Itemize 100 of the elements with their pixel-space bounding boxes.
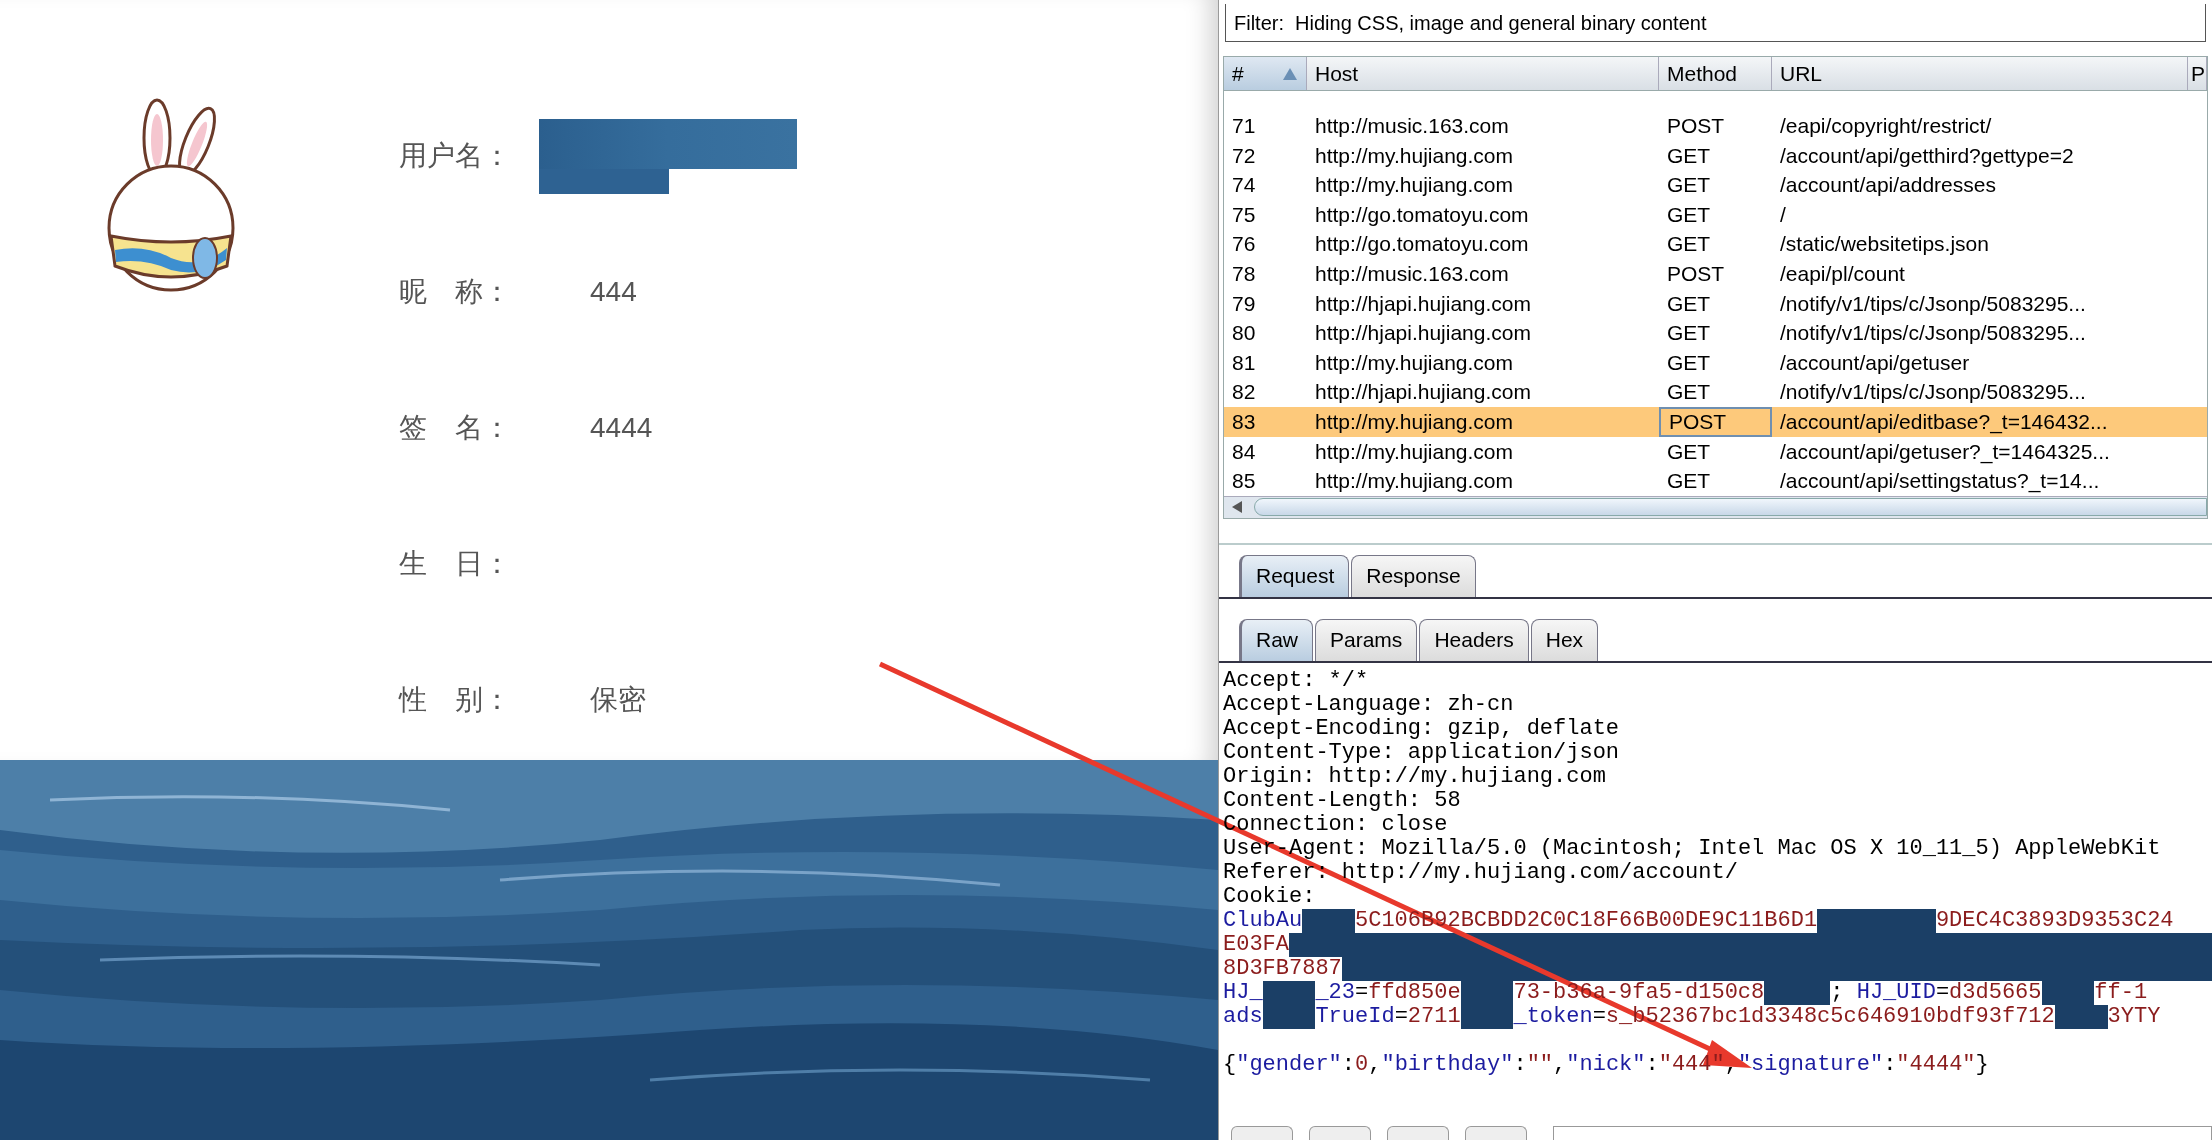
cookie-text: HJ_ bbox=[1223, 980, 1263, 1005]
table-cell-text: GET bbox=[1666, 201, 1712, 228]
table-cell-text: http://hjapi.hujiang.com bbox=[1314, 320, 1532, 347]
table-cell-text: GET bbox=[1666, 320, 1712, 347]
redaction-block bbox=[1262, 980, 1316, 1005]
header-line: Content-Length: 58 bbox=[1223, 788, 1461, 813]
search-field[interactable] bbox=[1553, 1126, 2212, 1140]
header-line: Connection: close bbox=[1223, 812, 1448, 837]
cookie-text: = bbox=[1394, 1004, 1408, 1029]
field-label: 签 名： bbox=[399, 411, 512, 445]
table-cell-text: http://hjapi.hujiang.com bbox=[1314, 290, 1532, 317]
table-cell-text: 80 bbox=[1231, 320, 1257, 347]
column-header[interactable]: Host bbox=[1307, 57, 1659, 90]
table-cell-text: http://go.tomatoyu.com bbox=[1314, 231, 1530, 258]
cookie-text: ff-1 bbox=[2094, 980, 2148, 1005]
tab[interactable]: Hex bbox=[1530, 618, 1599, 661]
toolbar-button[interactable] bbox=[1387, 1126, 1449, 1140]
table-cell-text: 79 bbox=[1231, 290, 1257, 317]
table-cell-text: GET bbox=[1666, 172, 1712, 199]
column-header[interactable]: URL bbox=[1772, 57, 2188, 90]
table-cell-text: http://hjapi.hujiang.com bbox=[1314, 379, 1532, 406]
field-value: 4444 bbox=[590, 411, 653, 445]
sort-ascending-icon bbox=[1282, 66, 1298, 81]
table-cell-text: /notify/v1/tips/c/Jsonp/5083295... bbox=[1779, 379, 2087, 406]
horizontal-scrollbar[interactable] bbox=[1224, 495, 2207, 518]
filter-bar[interactable]: Filter: Hiding CSS, image and general binary content bbox=[1225, 4, 2206, 42]
table-cell-text: /account/api/getthird?gettype=2 bbox=[1779, 142, 2075, 169]
table-cell-text: GET bbox=[1666, 290, 1712, 317]
table-cell-text: http://music.163.com bbox=[1314, 113, 1510, 140]
table-cell-text: GET bbox=[1666, 468, 1712, 495]
cookie-text: _token bbox=[1513, 1004, 1593, 1029]
table-cell-text: http://my.hujiang.com bbox=[1314, 468, 1515, 495]
toolbar-button[interactable] bbox=[1465, 1126, 1527, 1140]
table-cell-text: /account/api/settingstatus?_t=14... bbox=[1779, 468, 2101, 495]
table-cell-text: 72 bbox=[1231, 142, 1257, 169]
header-line: Referer: http://my.hujiang.com/account/ bbox=[1223, 860, 1738, 885]
redaction-block bbox=[1460, 1004, 1514, 1029]
column-header[interactable]: # bbox=[1224, 57, 1307, 90]
table-cell-text: 84 bbox=[1231, 438, 1257, 465]
table-cell-text: http://go.tomatoyu.com bbox=[1314, 201, 1530, 228]
header-line: Accept-Language: zh-cn bbox=[1223, 692, 1514, 717]
cookie-text: ; bbox=[1830, 980, 1845, 1005]
table-cell-text: 85 bbox=[1231, 468, 1257, 495]
cookie-text: d3d5665 bbox=[1949, 980, 2042, 1005]
table-cell-text: 81 bbox=[1231, 349, 1257, 376]
table-cell-text: POST bbox=[1666, 113, 1726, 140]
table-cell-text: GET bbox=[1666, 438, 1712, 465]
field-label: 生 日： bbox=[399, 547, 512, 581]
table-cell-text: /eapi/pl/count bbox=[1779, 261, 1906, 287]
table-cell-text: /notify/v1/tips/c/Jsonp/5083295... bbox=[1779, 290, 2087, 317]
header-line: Origin: http://my.hujiang.com bbox=[1223, 764, 1606, 789]
table-cell-text: http://music.163.com bbox=[1314, 261, 1510, 287]
cookie-text: 9DEC4C3893D9353C24 bbox=[1935, 908, 2174, 933]
column-header[interactable]: Method bbox=[1659, 57, 1772, 90]
field-value: 444 bbox=[590, 275, 637, 309]
tab[interactable]: Params bbox=[1315, 618, 1418, 661]
table-cell-text: /account/api/addresses bbox=[1779, 172, 1997, 199]
table-row[interactable]: 83 http://my.hujiang.com POST /account/api/editbase?_t=146432... bbox=[1224, 406, 2207, 437]
tab[interactable]: Request bbox=[1239, 554, 1350, 597]
cookie-text: TrueId bbox=[1315, 1004, 1395, 1029]
table-cell-text: GET bbox=[1666, 142, 1712, 169]
cookie-text: = bbox=[1592, 1004, 1606, 1029]
table-cell-text: / bbox=[1779, 201, 1787, 228]
scroll-left-icon[interactable] bbox=[1230, 500, 1244, 515]
cookie-text: 3YTY bbox=[2107, 1004, 2161, 1029]
cookie-text: ClubAu bbox=[1223, 908, 1303, 933]
table-cell-text: GET bbox=[1666, 349, 1712, 376]
table-cell: POST bbox=[1659, 406, 1772, 437]
table-cell-text: 76 bbox=[1231, 231, 1257, 258]
request-body: {"gender":0,"birthday":"","nick":"444","signature":"4444"} bbox=[1223, 1052, 1989, 1077]
table-cell-text: /account/api/getuser bbox=[1779, 349, 1971, 376]
table-cell-text: http://my.hujiang.com bbox=[1314, 409, 1515, 435]
table-cell-text: GET bbox=[1666, 231, 1712, 258]
toolbar-button[interactable] bbox=[1231, 1126, 1293, 1140]
toolbar-button[interactable] bbox=[1309, 1126, 1371, 1140]
scrollbar-thumb[interactable] bbox=[1254, 498, 2207, 517]
cookie-text: _23 bbox=[1315, 980, 1355, 1005]
tab[interactable]: Raw bbox=[1239, 618, 1313, 661]
cookie-text: E03FA bbox=[1223, 932, 1289, 957]
table-cell-text: /account/api/getuser?_t=1464325... bbox=[1779, 438, 2111, 466]
table-cell-text: http://my.hujiang.com bbox=[1314, 349, 1515, 376]
cookie-text: 8D3FB7887 bbox=[1223, 956, 1342, 981]
cookie-text: ffd850e bbox=[1368, 980, 1461, 1005]
table-cell-text: 83 bbox=[1231, 409, 1257, 435]
table-cell-text: /notify/v1/tips/c/Jsonp/5083295... bbox=[1779, 320, 2087, 347]
cookie-text: 2711 bbox=[1407, 1004, 1461, 1029]
field-label: 性 别： bbox=[399, 683, 512, 717]
field-label: 用户名： bbox=[399, 139, 512, 173]
table-cell-text: 82 bbox=[1231, 379, 1257, 406]
tab[interactable]: Headers bbox=[1419, 618, 1529, 661]
table-cell-text: http://my.hujiang.com bbox=[1314, 142, 1515, 169]
redaction-block bbox=[1262, 1004, 1316, 1029]
field-label: 昵 称： bbox=[399, 275, 512, 309]
table-cell-text: 74 bbox=[1231, 172, 1257, 199]
cookie-text: = bbox=[1935, 980, 1950, 1005]
header-line: Cookie: bbox=[1223, 884, 1316, 909]
field-value: 保密 bbox=[590, 683, 646, 717]
column-header[interactable]: P bbox=[2188, 57, 2207, 90]
tab[interactable]: Response bbox=[1351, 554, 1476, 597]
redaction-block bbox=[2054, 1004, 2108, 1029]
